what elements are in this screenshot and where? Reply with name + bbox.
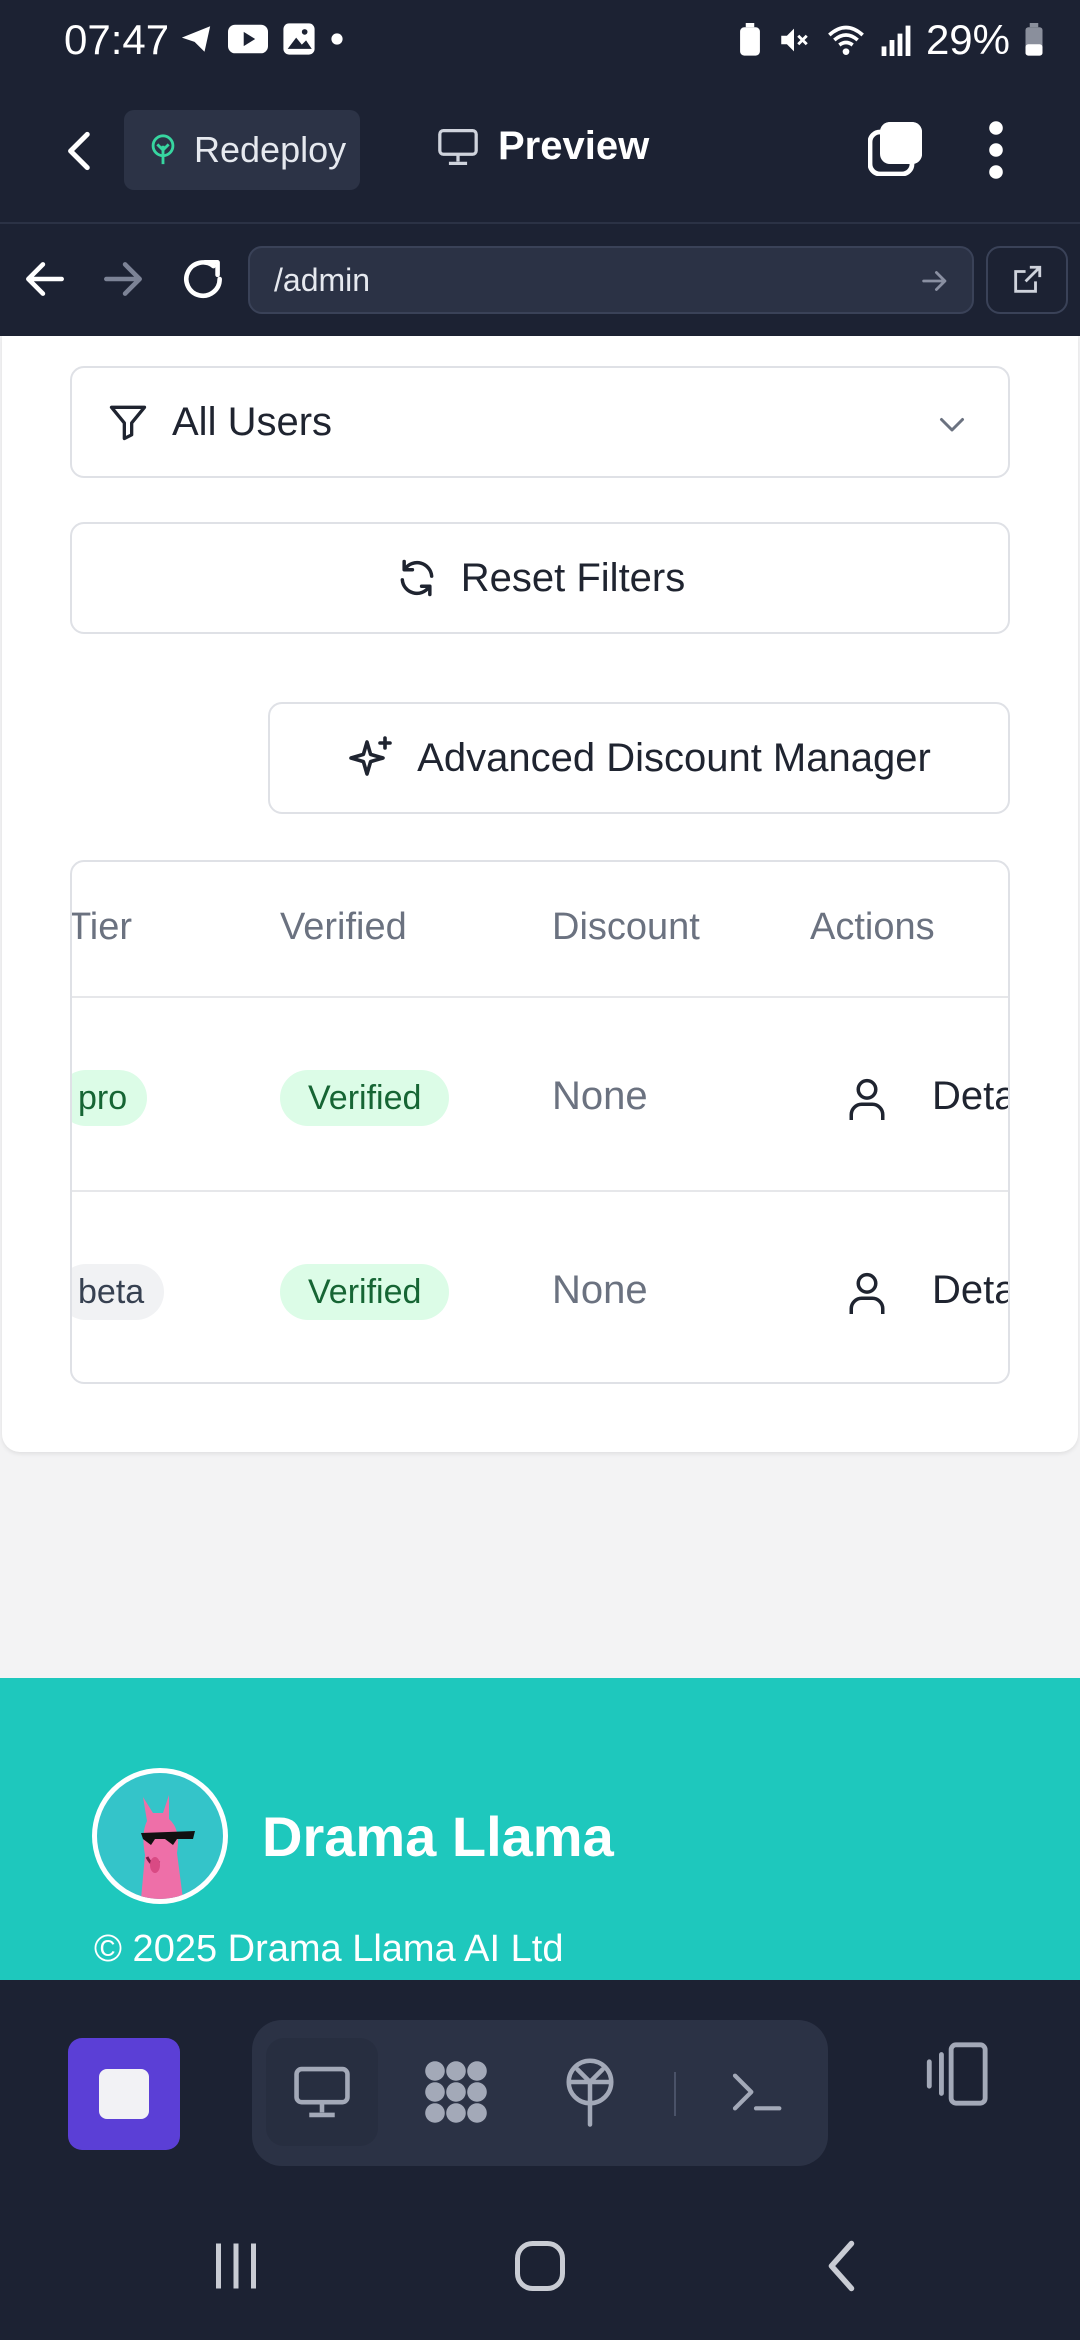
tabs-icon[interactable] bbox=[868, 120, 924, 176]
discount-value: None bbox=[552, 1268, 648, 1312]
column-header-tier: Tier bbox=[70, 906, 133, 948]
redeploy-button[interactable]: Redeploy bbox=[124, 110, 360, 190]
site-footer: Drama Llama © 2025 Drama Llama AI Ltd bbox=[0, 1678, 1080, 1980]
app-top-bar: Redeploy Preview bbox=[0, 84, 1080, 222]
dock-tab-apps[interactable] bbox=[400, 2038, 512, 2146]
mute-icon bbox=[781, 28, 808, 52]
refresh-icon bbox=[400, 559, 434, 597]
copyright-text: © 2025 Drama Llama AI Ltd bbox=[94, 1928, 564, 1970]
preview-tab[interactable]: Preview bbox=[436, 124, 649, 169]
nav-back-icon[interactable] bbox=[20, 254, 70, 304]
users-table[interactable]: Tier Verified Discount Actions pro Verif… bbox=[70, 860, 1010, 1384]
status-time: 07:47 bbox=[64, 16, 170, 63]
stop-icon bbox=[99, 2069, 149, 2119]
bottom-dock bbox=[0, 1980, 1080, 2196]
llama-logo-icon bbox=[141, 1795, 195, 1899]
youtube-icon bbox=[228, 24, 268, 54]
reload-icon[interactable] bbox=[178, 254, 228, 304]
advanced-discount-manager-button[interactable]: Advanced Discount Manager bbox=[268, 702, 1010, 814]
grid-icon bbox=[425, 2061, 487, 2123]
recent-apps-icon[interactable] bbox=[206, 2236, 266, 2296]
reset-filters-label: Reset Filters bbox=[460, 555, 686, 600]
status-bar: 07:47 29% bbox=[0, 0, 1080, 84]
open-external-button[interactable] bbox=[986, 246, 1068, 314]
home-icon[interactable] bbox=[510, 2236, 570, 2296]
filter-icon bbox=[109, 405, 147, 441]
dock-tab-group bbox=[252, 2020, 828, 2166]
reset-filters-button[interactable]: Reset Filters bbox=[70, 522, 1010, 634]
user-icon[interactable] bbox=[846, 1270, 888, 1316]
devices-icon[interactable] bbox=[922, 2040, 990, 2108]
chevron-down-icon bbox=[940, 418, 964, 432]
url-text: /admin bbox=[274, 261, 371, 298]
stop-button[interactable] bbox=[68, 2038, 180, 2150]
column-header-actions: Actions bbox=[810, 906, 935, 948]
user-filter-select[interactable]: All Users bbox=[70, 366, 1010, 478]
back-icon[interactable] bbox=[56, 126, 106, 176]
status-system-icons: 29% bbox=[738, 16, 1044, 64]
system-navigation-bar bbox=[0, 2190, 1080, 2340]
send-icon bbox=[181, 26, 211, 52]
dock-tab-preview[interactable] bbox=[266, 2038, 378, 2146]
battery-icon bbox=[1025, 23, 1043, 56]
column-header-verified: Verified bbox=[280, 906, 407, 948]
column-header-discount: Discount bbox=[552, 906, 700, 948]
verified-badge: Verified bbox=[280, 1070, 450, 1126]
dock-tab-console[interactable] bbox=[700, 2038, 812, 2146]
signal-icon bbox=[881, 25, 911, 56]
kebab-icon[interactable] bbox=[978, 120, 1014, 180]
table-header: Tier Verified Discount Actions bbox=[72, 862, 1008, 998]
tier-badge: pro bbox=[72, 1070, 148, 1126]
deploy-icon bbox=[566, 2058, 614, 2127]
status-notification-icons bbox=[178, 22, 344, 56]
wifi-icon bbox=[828, 25, 864, 55]
external-link-icon bbox=[1014, 265, 1042, 293]
dock-tab-deploy[interactable] bbox=[534, 2038, 646, 2146]
monitor-icon bbox=[438, 128, 478, 165]
monitor-icon bbox=[294, 2066, 350, 2118]
dot-icon bbox=[331, 33, 343, 45]
terminal-icon bbox=[732, 2073, 782, 2111]
details-button[interactable]: Deta bbox=[932, 1268, 1008, 1313]
battery-percent: 29% bbox=[925, 16, 1010, 63]
gallery-icon bbox=[283, 23, 315, 55]
tier-badge: beta bbox=[72, 1264, 165, 1320]
table-row: pro Verified None Deta bbox=[72, 998, 1008, 1192]
battery-saver-icon bbox=[740, 23, 760, 56]
preview-label: Preview bbox=[498, 124, 650, 168]
details-button[interactable]: Deta bbox=[932, 1074, 1008, 1119]
sparkles-icon bbox=[349, 736, 392, 776]
url-input[interactable]: /admin bbox=[248, 246, 974, 314]
system-back-icon[interactable] bbox=[814, 2236, 874, 2296]
discount-value: None bbox=[552, 1074, 648, 1118]
go-arrow-icon[interactable] bbox=[918, 264, 952, 298]
sprout-icon bbox=[151, 134, 175, 165]
redeploy-label: Redeploy bbox=[194, 129, 347, 170]
user-filter-value: All Users bbox=[172, 399, 333, 444]
brand-logo bbox=[92, 1768, 228, 1904]
brand-name: Drama Llama bbox=[262, 1805, 614, 1868]
user-icon[interactable] bbox=[846, 1076, 888, 1122]
dock-divider bbox=[674, 2072, 676, 2116]
table-row: beta Verified None Deta bbox=[72, 1192, 1008, 1382]
verified-badge: Verified bbox=[280, 1264, 450, 1320]
advanced-discount-manager-label: Advanced Discount Manager bbox=[417, 735, 931, 780]
browser-url-bar: /admin bbox=[0, 222, 1080, 336]
nav-forward-icon[interactable] bbox=[98, 254, 148, 304]
